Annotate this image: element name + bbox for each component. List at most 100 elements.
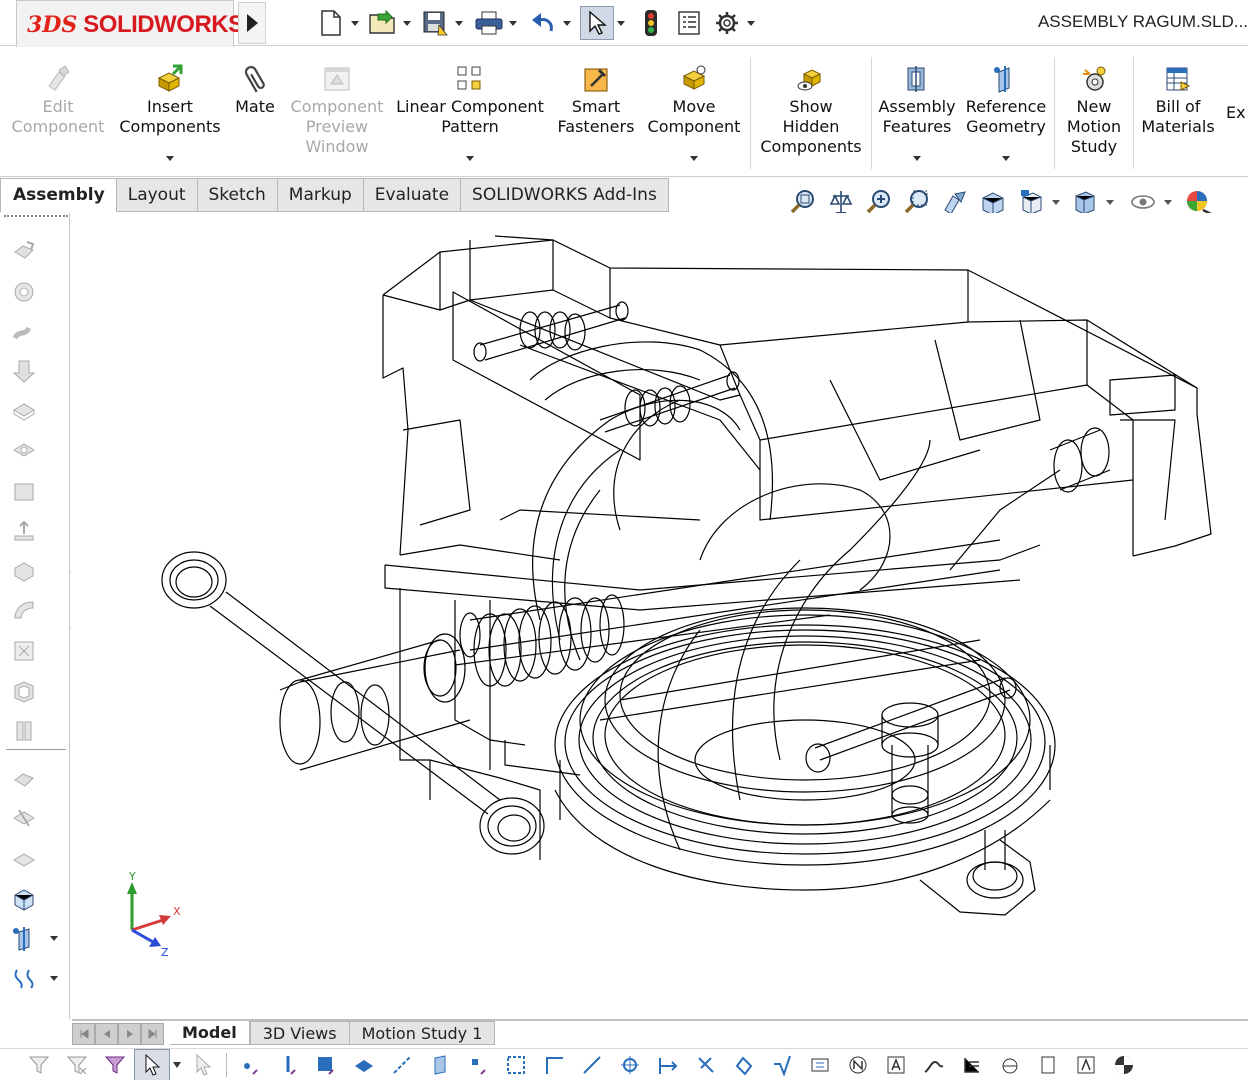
- tab-solidworks-add-ins[interactable]: SOLIDWORKS Add-Ins: [461, 178, 669, 212]
- file-properties-icon[interactable]: [672, 6, 706, 40]
- undo-dropdown[interactable]: [560, 6, 574, 40]
- instant3d-icon[interactable]: [8, 883, 40, 915]
- filter-sketch-segments-icon[interactable]: [497, 1049, 535, 1080]
- filter-blocks-icon[interactable]: [991, 1049, 1029, 1080]
- options-dropdown[interactable]: [744, 6, 758, 40]
- tab-assembly[interactable]: Assembly: [0, 178, 117, 212]
- reference-geometry-tool-icon[interactable]: [8, 923, 40, 955]
- filter-centerline-icon[interactable]: [611, 1049, 649, 1080]
- filter-sketch-points-icon[interactable]: [459, 1049, 497, 1080]
- bill-of-materials-button[interactable]: Bill of Materials: [1136, 47, 1220, 175]
- component-preview-button[interactable]: Component Preview Window: [284, 47, 390, 175]
- tab-3d-views[interactable]: 3D Views: [249, 1021, 350, 1045]
- show-hidden-components-button[interactable]: Show Hidden Components: [754, 47, 868, 175]
- filter-vertices-icon[interactable]: [231, 1049, 269, 1080]
- filter-cosmetic-threads-icon[interactable]: [953, 1049, 991, 1080]
- exploded-view-button[interactable]: Ex: [1226, 47, 1248, 175]
- vise-assembly-wireframe[interactable]: [71, 213, 1248, 1019]
- swept-boss-icon[interactable]: [8, 315, 40, 347]
- filter-surface-bodies-icon[interactable]: [345, 1049, 383, 1080]
- filter-toggle-icon[interactable]: [20, 1049, 58, 1080]
- draft-icon[interactable]: [8, 635, 40, 667]
- edit-component-button[interactable]: Edit Component: [6, 47, 110, 175]
- filter-stamp-icon[interactable]: [1067, 1049, 1105, 1080]
- filter-centermarks-icon[interactable]: [573, 1049, 611, 1080]
- hide-show-items-dropdown[interactable]: [1162, 200, 1174, 205]
- shell-icon[interactable]: [8, 675, 40, 707]
- solidworks-logo[interactable]: 3DS SOLIDWORKS: [16, 0, 244, 50]
- extruded-cut-icon[interactable]: [8, 355, 40, 387]
- swept-cut-icon[interactable]: [8, 475, 40, 507]
- reference-geometry-tool-dropdown[interactable]: [50, 933, 60, 943]
- menu-flyout-button[interactable]: [238, 2, 266, 44]
- filter-routing-points-icon[interactable]: [915, 1049, 953, 1080]
- filter-midpoints-icon[interactable]: [535, 1049, 573, 1080]
- tab-markup[interactable]: Markup: [277, 178, 364, 212]
- sketch-fillet-icon[interactable]: [8, 763, 40, 795]
- select-dropdown[interactable]: [614, 6, 628, 40]
- display-style-dropdown[interactable]: [1104, 200, 1116, 205]
- filter-faces-icon[interactable]: [307, 1049, 345, 1080]
- move-component-button[interactable]: Move Component: [644, 47, 744, 175]
- filter-clear-icon[interactable]: [58, 1049, 96, 1080]
- reference-geometry-dropdown[interactable]: [1002, 156, 1010, 161]
- open-dropdown[interactable]: [400, 6, 414, 40]
- hole-wizard-icon[interactable]: [8, 395, 40, 427]
- first-tab-icon[interactable]: [72, 1023, 95, 1045]
- previous-tab-icon[interactable]: [95, 1023, 118, 1045]
- print-dropdown[interactable]: [506, 6, 520, 40]
- view-orientation-dropdown[interactable]: [1050, 200, 1062, 205]
- filter-all-icon[interactable]: [96, 1049, 134, 1080]
- save-icon[interactable]: [418, 6, 452, 40]
- filter-axes-icon[interactable]: [383, 1049, 421, 1080]
- select-dropdown[interactable]: [170, 1049, 184, 1080]
- select-disabled-icon[interactable]: [184, 1049, 222, 1080]
- revolved-boss-icon[interactable]: [8, 275, 40, 307]
- tab-motion-study-1[interactable]: Motion Study 1: [349, 1021, 496, 1045]
- rib-icon[interactable]: [8, 595, 40, 627]
- select-arrow-icon[interactable]: [134, 1048, 170, 1080]
- save-dropdown[interactable]: [452, 6, 466, 40]
- filter-notes-icon[interactable]: [839, 1049, 877, 1080]
- assembly-features-dropdown[interactable]: [913, 156, 921, 161]
- insert-components-dropdown[interactable]: [166, 156, 174, 161]
- filter-surface-finish-icon[interactable]: [687, 1049, 725, 1080]
- open-document-icon[interactable]: [366, 6, 400, 40]
- revolved-cut-icon[interactable]: [8, 435, 40, 467]
- filter-datum-features-icon[interactable]: [801, 1049, 839, 1080]
- fillet-icon[interactable]: [8, 515, 40, 547]
- insert-components-button[interactable]: Insert Components: [114, 47, 226, 175]
- linear-pattern-button[interactable]: Linear Component Pattern: [392, 47, 548, 175]
- toolbar-grip[interactable]: [4, 215, 68, 218]
- mate-button[interactable]: Mate: [228, 47, 282, 175]
- options-gear-icon[interactable]: [710, 6, 744, 40]
- move-component-dropdown[interactable]: [690, 156, 698, 161]
- reference-plane-icon[interactable]: [8, 803, 40, 835]
- curves-tool-dropdown[interactable]: [50, 973, 60, 983]
- tab-model[interactable]: Model: [170, 1021, 250, 1045]
- reference-geometry-button[interactable]: Reference Geometry: [962, 47, 1050, 175]
- filter-connection-points-icon[interactable]: [1029, 1049, 1067, 1080]
- select-arrow-icon[interactable]: [580, 6, 614, 40]
- undo-icon[interactable]: [526, 6, 560, 40]
- filter-weld-symbols-icon[interactable]: [763, 1049, 801, 1080]
- linear-pattern-tool-icon[interactable]: [8, 555, 40, 587]
- filter-appearance-icon[interactable]: [1105, 1049, 1143, 1080]
- filter-edges-icon[interactable]: [269, 1049, 307, 1080]
- mirror-icon[interactable]: [8, 715, 40, 747]
- new-document-icon[interactable]: [314, 6, 348, 40]
- filter-annotations-icon[interactable]: [877, 1049, 915, 1080]
- new-dropdown[interactable]: [348, 6, 362, 40]
- tab-layout[interactable]: Layout: [116, 178, 198, 212]
- smart-fasteners-button[interactable]: Smart Fasteners: [552, 47, 640, 175]
- tab-sketch[interactable]: Sketch: [197, 178, 278, 212]
- assembly-features-button[interactable]: Assembly Features: [874, 47, 960, 175]
- extruded-boss-icon[interactable]: [8, 235, 40, 267]
- curves-icon[interactable]: [8, 843, 40, 875]
- next-tab-icon[interactable]: [118, 1023, 141, 1045]
- print-icon[interactable]: [472, 6, 506, 40]
- graphics-area[interactable]: Y X Z: [71, 213, 1248, 1019]
- linear-pattern-dropdown[interactable]: [466, 156, 474, 161]
- filter-planes-icon[interactable]: [421, 1049, 459, 1080]
- filter-dimensions-icon[interactable]: [649, 1049, 687, 1080]
